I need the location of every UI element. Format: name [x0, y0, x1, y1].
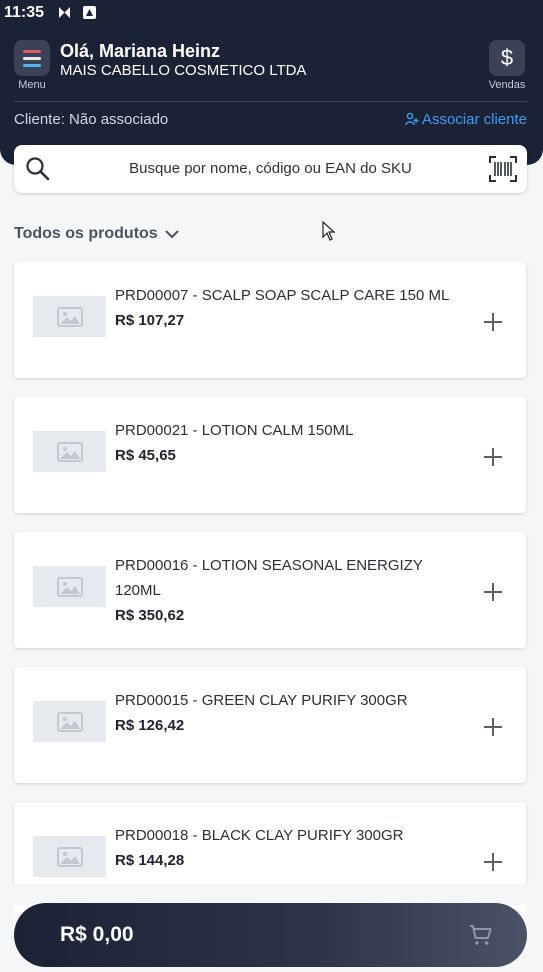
- product-price: R$ 350,62: [115, 607, 185, 624]
- cart-bar[interactable]: R$ 0,00: [14, 903, 527, 967]
- search-placeholder: Busque por nome, código ou EAN do SKU: [129, 160, 412, 177]
- plus-icon[interactable]: [483, 717, 503, 737]
- product-price: R$ 126,42: [115, 717, 185, 734]
- image-placeholder-icon: [56, 441, 83, 462]
- chevron-down-icon[interactable]: [164, 226, 180, 242]
- image-placeholder-icon: [56, 306, 83, 327]
- header-divider: [14, 101, 527, 102]
- menu-label: Menu: [18, 79, 46, 91]
- product-image: [33, 296, 106, 337]
- product-card[interactable]: PRD00015 - GREEN CLAY PURIFY 300GR R$ 12…: [14, 667, 526, 783]
- plus-icon[interactable]: [483, 852, 503, 872]
- product-info: PRD00018 - BLACK CLAY PURIFY 300GR R$ 14…: [115, 823, 465, 873]
- product-image: [33, 566, 106, 607]
- notification-icon: [59, 7, 70, 18]
- app-notification-icon: [83, 6, 96, 19]
- image-placeholder-icon: [56, 576, 83, 597]
- product-filter-dropdown[interactable]: Todos os produtos: [14, 225, 158, 243]
- plus-icon[interactable]: [483, 447, 503, 467]
- menu-icon-bar: [23, 64, 41, 67]
- product-card[interactable]: PRD00021 - LOTION CALM 150ML R$ 45,65: [14, 397, 526, 513]
- menu-icon-bar: [23, 57, 41, 60]
- product-price: R$ 107,27: [115, 312, 185, 329]
- product-info: PRD00007 - SCALP SOAP SCALP CARE 150 ML …: [115, 283, 465, 333]
- product-name: PRD00015 - GREEN CLAY PURIFY 300GR: [115, 692, 408, 709]
- product-image: [33, 701, 106, 742]
- product-name: PRD00021 - LOTION CALM 150ML: [115, 422, 354, 439]
- sales-button[interactable]: $: [489, 40, 525, 76]
- product-info: PRD00021 - LOTION CALM 150ML R$ 45,65: [115, 418, 465, 468]
- product-list: PRD00007 - SCALP SOAP SCALP CARE 150 ML …: [0, 262, 543, 884]
- status-time: 11:35: [4, 4, 45, 21]
- image-placeholder-icon: [56, 846, 83, 867]
- status-bar: 11:35: [0, 0, 543, 26]
- dollar-icon: $: [500, 45, 514, 70]
- product-price: R$ 45,65: [115, 447, 176, 464]
- associate-client-label: Associar cliente: [421, 111, 527, 128]
- product-info: PRD00015 - GREEN CLAY PURIFY 300GR R$ 12…: [115, 688, 465, 738]
- add-user-icon: [405, 112, 419, 126]
- app-header: 11:35 Menu Olá, Mariana Heinz MAIS CABEL…: [0, 0, 543, 165]
- cart-total: R$ 0,00: [60, 923, 134, 946]
- mouse-cursor-icon: [322, 221, 336, 241]
- barcode-icon[interactable]: [488, 154, 518, 184]
- product-name: PRD00007 - SCALP SOAP SCALP CARE 150 ML: [115, 287, 450, 304]
- product-price: R$ 144,28: [115, 852, 185, 869]
- client-status: Cliente: Não associado: [14, 111, 169, 128]
- product-name: PRD00016 - LOTION SEASONAL ENERGIZY 120M…: [115, 557, 423, 599]
- company-name: MAIS CABELLO COSMETICO LTDA: [60, 62, 307, 79]
- product-card[interactable]: PRD00007 - SCALP SOAP SCALP CARE 150 ML …: [14, 262, 526, 378]
- product-card[interactable]: PRD00018 - BLACK CLAY PURIFY 300GR R$ 14…: [14, 802, 526, 884]
- associate-client-link[interactable]: Associar cliente: [405, 111, 527, 128]
- menu-icon: [23, 50, 41, 53]
- product-image: [33, 836, 106, 877]
- sales-label: Vendas: [488, 79, 526, 91]
- cart-icon[interactable]: [469, 923, 493, 947]
- product-name: PRD00018 - BLACK CLAY PURIFY 300GR: [115, 827, 404, 844]
- greeting-text: Olá, Mariana Heinz: [60, 41, 221, 61]
- product-image: [33, 431, 106, 472]
- plus-icon[interactable]: [483, 582, 503, 602]
- product-card[interactable]: PRD00016 - LOTION SEASONAL ENERGIZY 120M…: [14, 532, 526, 648]
- plus-icon[interactable]: [483, 312, 503, 332]
- image-placeholder-icon: [56, 711, 83, 732]
- product-info: PRD00016 - LOTION SEASONAL ENERGIZY 120M…: [115, 553, 465, 628]
- menu-button[interactable]: [14, 40, 50, 76]
- search-input[interactable]: Busque por nome, código ou EAN do SKU: [14, 145, 527, 193]
